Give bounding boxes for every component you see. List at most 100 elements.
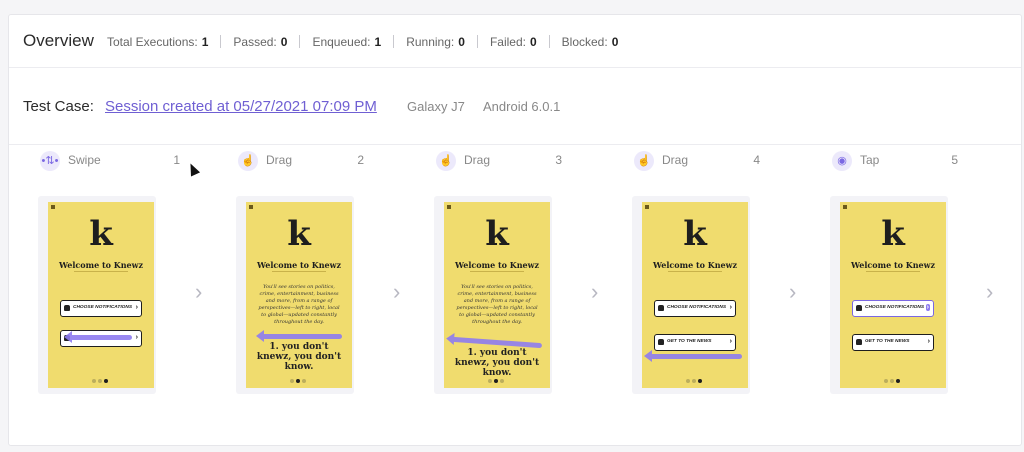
page-dots xyxy=(686,370,704,388)
divider xyxy=(299,35,301,48)
tap-marker-icon: › xyxy=(925,304,930,311)
get-news-button: GET TO THE NEWS › xyxy=(654,334,736,351)
button-label: CHOOSE NOTIFICATIONS xyxy=(73,305,133,310)
welcome-heading: Welcome to Knewz xyxy=(58,260,144,270)
drag-icon: ☝ xyxy=(634,151,654,171)
status-indicator xyxy=(51,205,55,209)
knewz-logo: k xyxy=(881,214,905,254)
drag-gesture-arrow xyxy=(644,350,742,362)
drag-gesture-arrow xyxy=(256,330,342,342)
chevron-right-icon: › xyxy=(729,338,732,345)
dot-active xyxy=(296,379,300,383)
knewz-logo: k xyxy=(89,214,113,254)
news-icon xyxy=(658,339,664,345)
step-2-screenshot[interactable]: k Welcome to Knewz You'll see stories on… xyxy=(236,196,354,394)
drag-icon: ☝ xyxy=(238,151,258,171)
stat-running: Running: 0 xyxy=(406,35,465,49)
overview-bar: Overview Total Executions: 1 Passed: 0 Enque… xyxy=(9,15,1021,68)
stat-failed: Failed: 0 xyxy=(489,35,537,49)
intro-text: You'll see stories on politics, crime, e… xyxy=(258,284,340,325)
tagline-text: 1. you don't knewz, you don't know. xyxy=(256,342,342,372)
dot-active xyxy=(104,379,108,383)
drag-gesture-arrow xyxy=(451,336,543,349)
step-1-screenshot[interactable]: k Welcome to Knewz CHOOSE NOTIFICATIONS ›… xyxy=(38,196,156,394)
step-label: Tap xyxy=(860,153,880,167)
bell-icon xyxy=(64,305,70,311)
chevron-right-icon: › xyxy=(135,304,138,311)
stat-total: Total Executions: 1 xyxy=(107,35,209,49)
phone-screen: k Welcome to Knewz You'll see stories on… xyxy=(444,202,550,388)
session-link[interactable]: Session created at 05/27/2021 07:09 PM xyxy=(105,98,377,115)
phone-screen: k Welcome to Knewz You'll see stories on… xyxy=(246,202,352,388)
os-version: Android 6.0.1 xyxy=(483,99,561,114)
device-name: Galaxy J7 xyxy=(407,99,465,114)
divider xyxy=(470,271,524,272)
step-number: 2 xyxy=(357,153,364,167)
step-2-header: ☝ Drag 2 xyxy=(238,151,364,171)
divider xyxy=(272,271,326,272)
status-indicator xyxy=(843,205,847,209)
step-3-screenshot[interactable]: k Welcome to Knewz You'll see stories on… xyxy=(434,196,552,394)
welcome-heading: Welcome to Knewz xyxy=(652,260,738,270)
step-number: 3 xyxy=(555,153,562,167)
dot xyxy=(884,379,888,383)
divider xyxy=(668,271,722,272)
dot xyxy=(290,379,294,383)
tap-icon: ◉ xyxy=(832,151,852,171)
page-dots xyxy=(884,370,902,388)
choose-notifications-button: CHOOSE NOTIFICATIONS › xyxy=(654,300,736,317)
divider xyxy=(866,271,920,272)
chevron-right-icon: › xyxy=(729,304,732,311)
step-label: Swipe xyxy=(68,153,101,167)
next-step-arrow[interactable]: › xyxy=(591,281,605,303)
phone-screen: k Welcome to Knewz CHOOSE NOTIFICATIONS ›… xyxy=(48,202,154,388)
button-label: CHOOSE NOTIFICATIONS xyxy=(667,305,727,310)
choose-notifications-button: CHOOSE NOTIFICATIONS › xyxy=(60,300,142,317)
step-label: Drag xyxy=(662,153,689,167)
phone-screen: k Welcome to Knewz CHOOSE NOTIFICATIONS ›… xyxy=(840,202,946,388)
divider xyxy=(476,35,478,48)
stat-enqueued: Enqueued: 1 xyxy=(312,35,382,49)
step-4-screenshot[interactable]: k Welcome to Knewz CHOOSE NOTIFICATIONS ›… xyxy=(632,196,750,394)
knewz-logo: k xyxy=(683,214,707,254)
dot xyxy=(92,379,96,383)
next-step-arrow[interactable]: › xyxy=(986,281,1000,303)
knewz-logo: k xyxy=(485,214,509,254)
welcome-heading: Welcome to Knewz xyxy=(454,260,540,270)
status-indicator xyxy=(447,205,451,209)
dot xyxy=(488,379,492,383)
divider xyxy=(220,35,222,48)
dot xyxy=(98,379,102,383)
step-1-header: •⇅• Swipe 1 xyxy=(40,151,180,171)
page-dots xyxy=(488,370,506,388)
dot-active xyxy=(494,379,498,383)
overview-title: Overview xyxy=(23,31,94,50)
chevron-right-icon: › xyxy=(927,338,930,345)
page-dots xyxy=(92,370,110,388)
status-indicator xyxy=(249,205,253,209)
stat-passed: Passed: 0 xyxy=(233,35,288,49)
dot-active xyxy=(698,379,702,383)
dot xyxy=(692,379,696,383)
welcome-heading: Welcome to Knewz xyxy=(256,260,342,270)
next-step-arrow[interactable]: › xyxy=(393,281,407,303)
bell-icon xyxy=(856,305,862,311)
stats-row: Total Executions: 1 Passed: 0 Enqueued: 1 Runn… xyxy=(107,35,618,49)
chevron-right-icon: › xyxy=(135,334,138,341)
stat-blocked: Blocked: 0 xyxy=(561,35,619,49)
page-dots xyxy=(290,370,308,388)
knewz-logo: k xyxy=(287,214,311,254)
dot xyxy=(302,379,306,383)
bell-icon xyxy=(658,305,664,311)
step-number: 1 xyxy=(173,153,180,167)
news-icon xyxy=(856,339,862,345)
choose-notifications-button: CHOOSE NOTIFICATIONS › xyxy=(852,300,934,317)
drag-icon: ☝ xyxy=(436,151,456,171)
step-4-header: ☝ Drag 4 xyxy=(634,151,760,171)
step-5-header: ◉ Tap 5 xyxy=(832,151,958,171)
dot xyxy=(500,379,504,383)
next-step-arrow[interactable]: › xyxy=(195,281,209,303)
step-5-screenshot[interactable]: k Welcome to Knewz CHOOSE NOTIFICATIONS ›… xyxy=(830,196,948,394)
divider xyxy=(548,35,550,48)
next-step-arrow[interactable]: › xyxy=(789,281,803,303)
